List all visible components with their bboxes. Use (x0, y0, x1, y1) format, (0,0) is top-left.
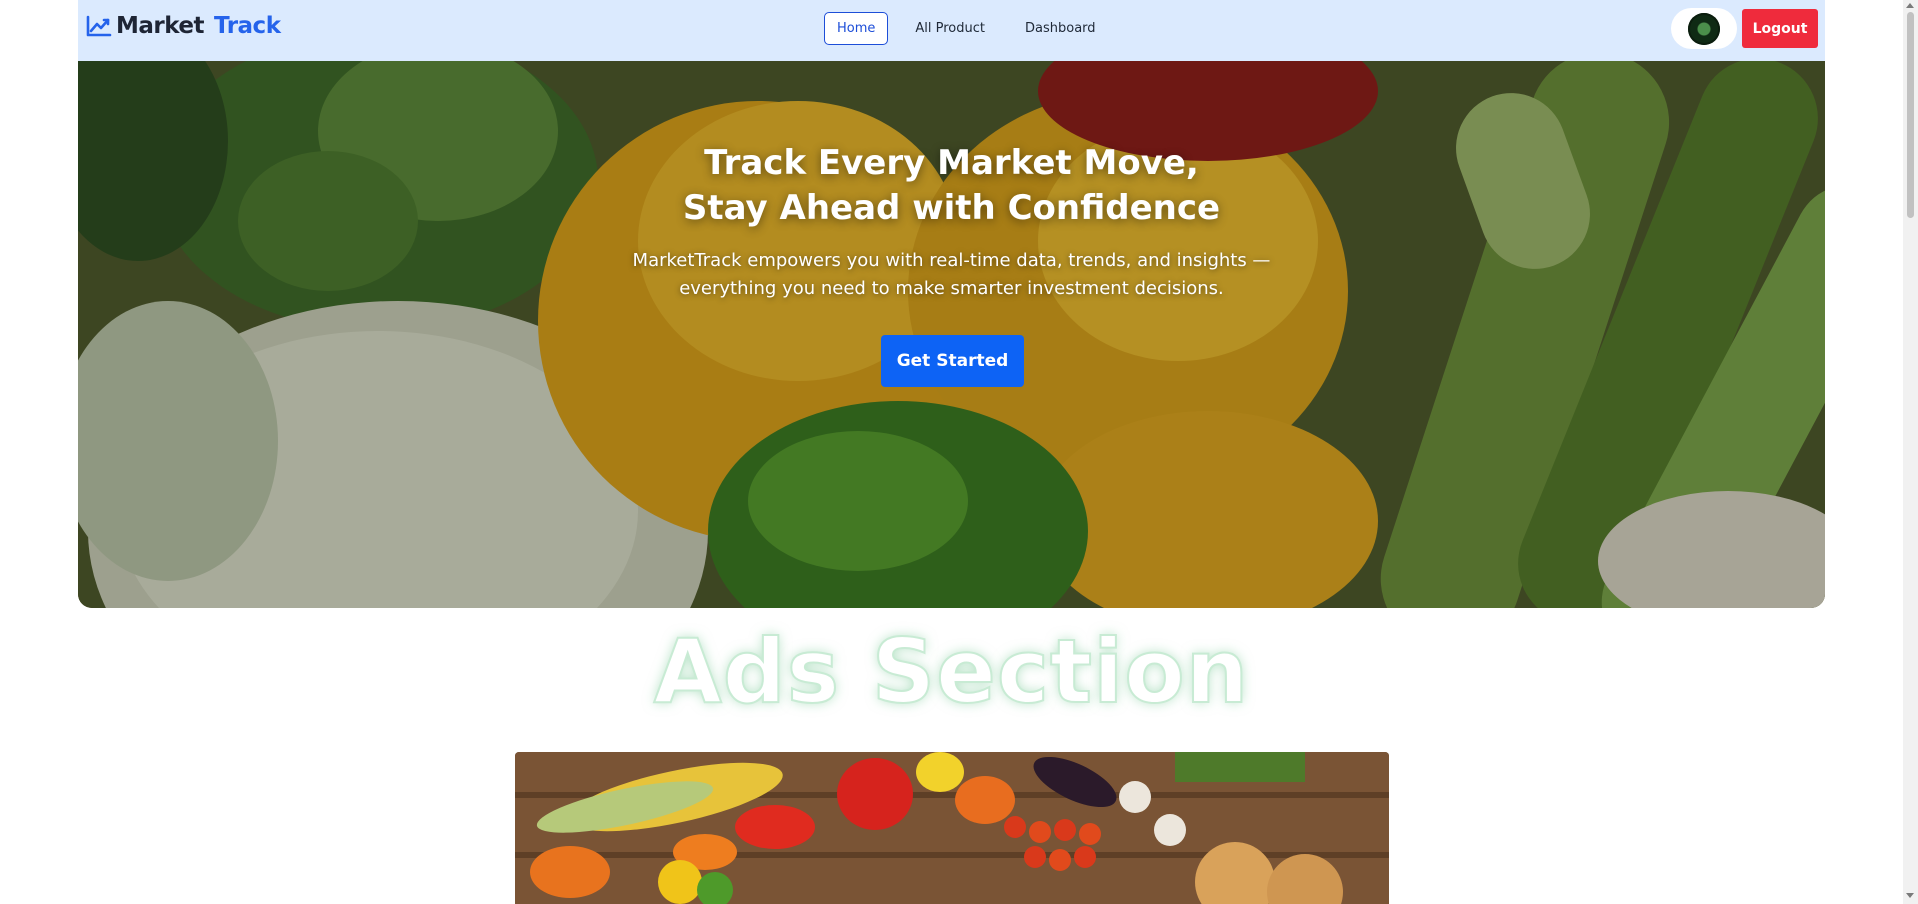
hero-title: Track Every Market Move, Stay Ahead with… (78, 141, 1825, 231)
page: Market Track Home All Product Dashboard … (0, 0, 1900, 904)
navbar: Market Track Home All Product Dashboard … (78, 0, 1825, 61)
hero-title-line1: Track Every Market Move, (704, 143, 1199, 183)
ad-banner-graphic (515, 752, 1389, 904)
get-started-button[interactable]: Get Started (881, 335, 1024, 387)
brand-logo[interactable]: Market Track (86, 13, 281, 39)
avatar (1688, 12, 1720, 45)
scrollbar-thumb[interactable] (1907, 12, 1914, 218)
nav-link-all-product[interactable]: All Product (902, 12, 998, 45)
logout-button[interactable]: Logout (1742, 9, 1818, 48)
chart-line-icon (86, 15, 112, 37)
user-menu[interactable] (1671, 8, 1737, 49)
ad-banner-image[interactable] (515, 752, 1389, 904)
vertical-scrollbar[interactable] (1903, 0, 1918, 904)
scroll-up-arrow-icon[interactable] (1906, 3, 1914, 8)
hero-banner: Track Every Market Move, Stay Ahead with… (78, 61, 1825, 608)
nav-link-dashboard[interactable]: Dashboard (1012, 12, 1109, 45)
nav-link-home[interactable]: Home (824, 12, 889, 45)
ads-section-title: Ads Section (653, 620, 1250, 723)
nav-links: Home All Product Dashboard (824, 12, 1109, 45)
brand-name-market: Market (116, 13, 205, 39)
hero-subtitle-line2: everything you need to make smarter inve… (679, 278, 1224, 299)
hero-subtitle-line1: MarketTrack empowers you with real-time … (632, 250, 1271, 271)
hero-subtitle: MarketTrack empowers you with real-time … (78, 247, 1825, 303)
brand-name-track: Track (214, 13, 281, 39)
scroll-down-arrow-icon[interactable] (1906, 893, 1914, 898)
hero-content: Track Every Market Move, Stay Ahead with… (78, 61, 1825, 608)
hero-title-line2: Stay Ahead with Confidence (682, 188, 1221, 228)
